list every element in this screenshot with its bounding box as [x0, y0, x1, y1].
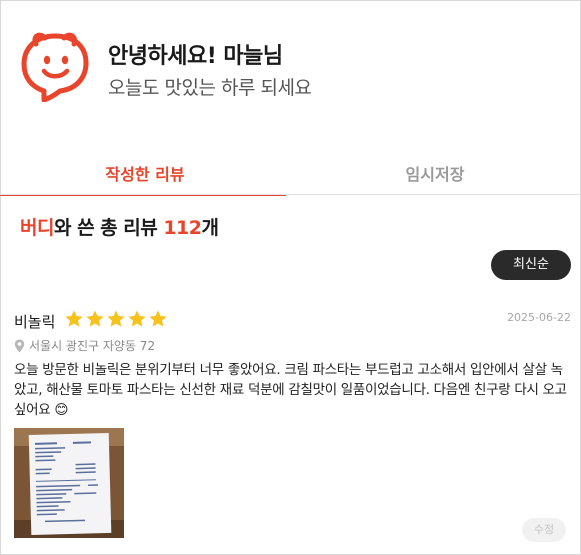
- star-icon: [149, 310, 167, 327]
- tab-drafts[interactable]: 임시저장: [290, 158, 580, 196]
- greeting-subtitle: 오늘도 맛있는 하루 되세요: [108, 77, 312, 99]
- star-icon: [107, 310, 125, 327]
- summary-suffix: 개: [201, 217, 219, 239]
- star-icon: [86, 310, 104, 327]
- review-text: 오늘 방문한 비놀릭은 분위기부터 너무 좋았어요. 크림 파스타는 부드럽고 …: [14, 362, 567, 418]
- tab-written-reviews[interactable]: 작성한 리뷰: [0, 158, 290, 196]
- review-count-summary: 버디와 쓴 총 리뷰 112개: [20, 213, 219, 240]
- restaurant-name: 비놀릭: [14, 313, 56, 331]
- star-icon: [65, 310, 83, 327]
- star-icon: [128, 310, 146, 327]
- mascot-logo-icon: [18, 30, 92, 103]
- tabs-divider: [0, 194, 581, 195]
- review-count: 112: [163, 217, 202, 239]
- edit-review-button[interactable]: 수정: [522, 518, 566, 542]
- summary-middle-text: 와 쓴 총 리뷰: [53, 217, 164, 239]
- location-text: 서울시 광진구 자양동 72: [29, 339, 156, 353]
- greeting-title: 안녕하세요! 마늘님: [108, 44, 283, 69]
- greeting-header: 안녕하세요! 마늘님 오늘도 맛있는 하루 되세요: [0, 0, 581, 150]
- sort-latest-button[interactable]: 최신순: [491, 250, 571, 280]
- review-tabs: 작성한 리뷰 임시저장: [0, 158, 581, 196]
- location-pin-icon: [14, 339, 25, 352]
- review-date: 2025-06-22: [507, 311, 571, 324]
- receipt-photo[interactable]: [14, 428, 124, 538]
- star-rating: [64, 309, 168, 329]
- review-location: 서울시 광진구 자양동 72: [14, 337, 155, 354]
- summary-brand: 버디: [20, 217, 54, 239]
